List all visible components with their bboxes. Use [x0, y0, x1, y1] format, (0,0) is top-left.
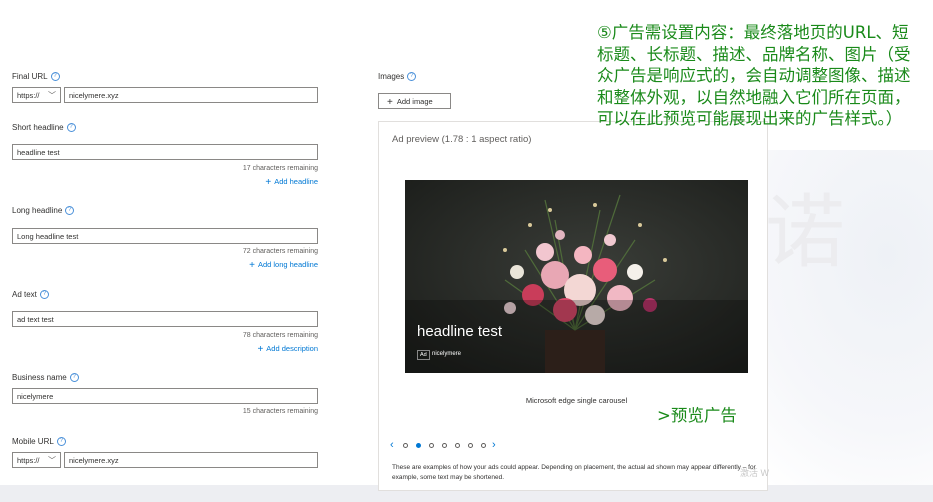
info-icon[interactable]: ?: [50, 72, 60, 82]
add-long-headline-link[interactable]: + Add long headline: [12, 260, 318, 271]
ad-preview-business-name: nicelymere: [432, 351, 462, 357]
chevron-down-icon: ﹀: [48, 456, 56, 465]
plus-icon: +: [265, 177, 272, 188]
info-icon[interactable]: ?: [65, 206, 75, 216]
mobile-url-protocol-select[interactable]: https://﹀: [12, 452, 61, 468]
chevron-right-icon[interactable]: ›: [492, 439, 496, 451]
add-headline-link[interactable]: + Add headline: [12, 177, 318, 188]
pager-dot[interactable]: [416, 443, 421, 448]
long-headline-remaining: 72 characters remaining: [242, 248, 318, 255]
short-headline-input[interactable]: headline test: [12, 144, 318, 160]
images-label: Images?: [378, 72, 417, 82]
short-headline-remaining: 17 characters remaining: [242, 165, 318, 172]
add-description-link[interactable]: + Add description: [12, 344, 318, 355]
activation-watermark: 激活 W: [740, 468, 769, 478]
ad-badge: Ad: [417, 350, 430, 360]
ad-preview-headline: headline test: [417, 323, 503, 340]
pager-dot[interactable]: [481, 443, 486, 448]
ad-preview-image: headline test Ad nicelymere: [405, 180, 748, 373]
ad-text-remaining: 78 characters remaining: [242, 332, 318, 339]
info-icon[interactable]: ?: [66, 123, 76, 133]
pager-dot[interactable]: [429, 443, 434, 448]
pager-dot[interactable]: [403, 443, 408, 448]
plus-icon: +: [387, 97, 393, 108]
final-url-protocol-select[interactable]: https://﹀: [12, 87, 61, 103]
business-name-input[interactable]: nicelymere: [12, 388, 318, 404]
ad-preview-title: Ad preview (1.78 : 1 aspect ratio): [392, 134, 532, 145]
preview-disclaimer: These are examples of how your ads could…: [392, 464, 756, 481]
preview-note: >预览广告: [657, 406, 737, 425]
pager-dot[interactable]: [468, 443, 473, 448]
final-url-input[interactable]: nicelymere.xyz: [64, 87, 318, 103]
short-headline-label: Short headline?: [12, 123, 76, 133]
final-url-label: Final URL?: [12, 72, 60, 82]
plus-icon: +: [257, 344, 264, 355]
pager-dot[interactable]: [455, 443, 460, 448]
chevron-left-icon[interactable]: ‹: [390, 439, 394, 451]
business-name-label: Business name?: [12, 373, 79, 383]
plus-icon: +: [249, 260, 255, 271]
ad-text-input[interactable]: ad text test: [12, 311, 318, 327]
mobile-url-input[interactable]: nicelymere.xyz: [64, 452, 318, 468]
info-icon[interactable]: ?: [407, 72, 417, 82]
long-headline-input[interactable]: Long headline test: [12, 228, 318, 244]
business-name-remaining: 15 characters remaining: [242, 408, 318, 415]
background-watermark-char: 诺: [765, 186, 845, 279]
chevron-down-icon: ﹀: [48, 91, 56, 100]
info-icon[interactable]: ?: [56, 437, 66, 447]
add-image-button[interactable]: + Add image: [378, 93, 451, 109]
flower-bouquet-image: [405, 180, 748, 373]
mobile-url-label: Mobile URL?: [12, 437, 66, 447]
long-headline-label: Long headline?: [12, 206, 75, 216]
info-icon[interactable]: ?: [39, 290, 49, 300]
annotation-text: ⑤广告需设置内容：最终落地页的URL、短标题、长标题、描述、品牌名称、图片（受众…: [597, 23, 911, 128]
pager-dot[interactable]: [442, 443, 447, 448]
info-icon[interactable]: ?: [69, 373, 79, 383]
ad-text-label: Ad text?: [12, 290, 49, 300]
